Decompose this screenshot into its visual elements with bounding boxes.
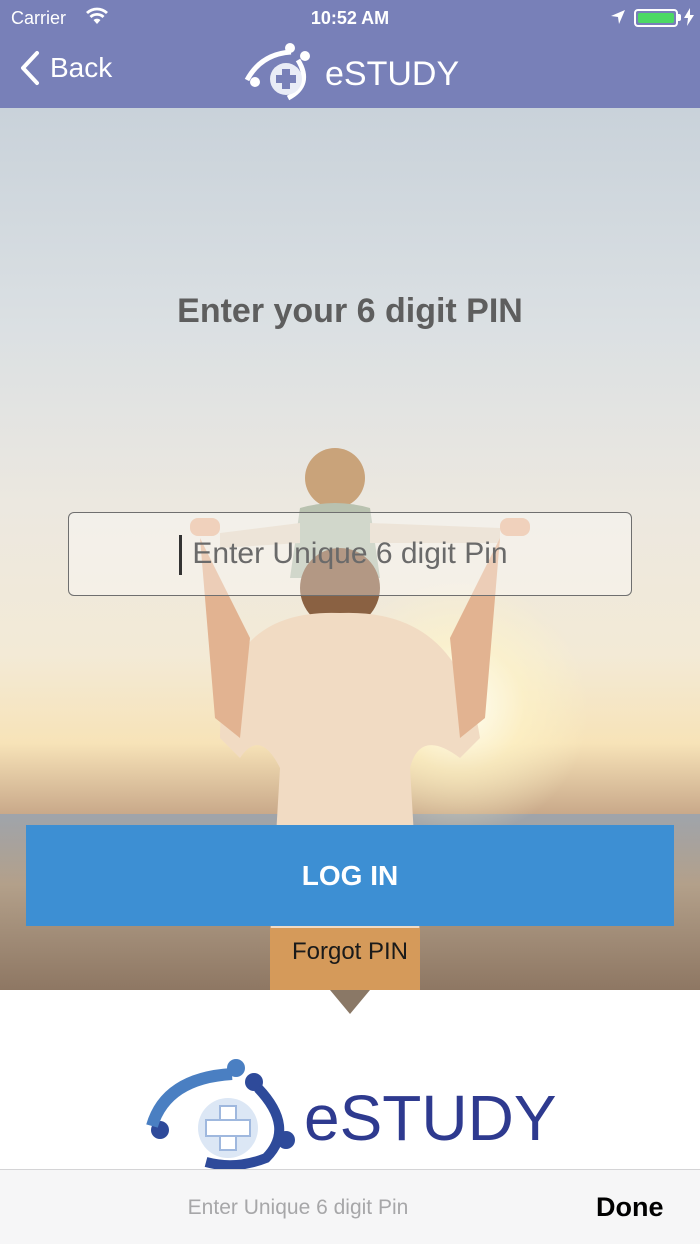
- hero-background: Enter your 6 digit PIN LOG IN Forgot PIN: [0, 108, 700, 990]
- login-button[interactable]: LOG IN: [26, 825, 674, 926]
- battery-tip: [678, 14, 681, 21]
- back-label: Back: [50, 52, 113, 83]
- text-cursor: [179, 535, 182, 575]
- battery-fill: [638, 13, 674, 23]
- top-bar: Carrier 10:52 AM Back eSTUDY: [0, 0, 700, 108]
- chevron-left-icon: [21, 51, 39, 85]
- estudy-logo: eSTUDY: [146, 1059, 556, 1170]
- status-time: 10:52 AM: [310, 8, 390, 28]
- estudy-logo: eSTUDY: [244, 43, 459, 101]
- pin-input[interactable]: [69, 513, 631, 595]
- forgot-pin-link[interactable]: Forgot PIN: [0, 938, 700, 966]
- accessory-hint: Enter Unique 6 digit Pin: [187, 1196, 409, 1219]
- keyboard-accessory-bar: Enter Unique 6 digit Pin Done: [0, 1169, 700, 1244]
- section-pointer: [330, 990, 370, 1014]
- navigation-bar: Back eSTUDY: [0, 36, 700, 108]
- done-button[interactable]: Done: [596, 1192, 664, 1223]
- charging-bolt-icon: [684, 8, 694, 26]
- footer-logo-text: eSTUDY: [304, 1082, 556, 1154]
- page-title: Enter your 6 digit PIN: [177, 292, 523, 330]
- battery-icon: [634, 9, 678, 27]
- pin-field[interactable]: [68, 512, 632, 596]
- location-arrow-icon: [611, 10, 625, 24]
- status-bar: Carrier 10:52 AM: [0, 0, 700, 36]
- nav-logo-text: eSTUDY: [325, 55, 459, 93]
- back-button[interactable]: Back: [18, 50, 112, 86]
